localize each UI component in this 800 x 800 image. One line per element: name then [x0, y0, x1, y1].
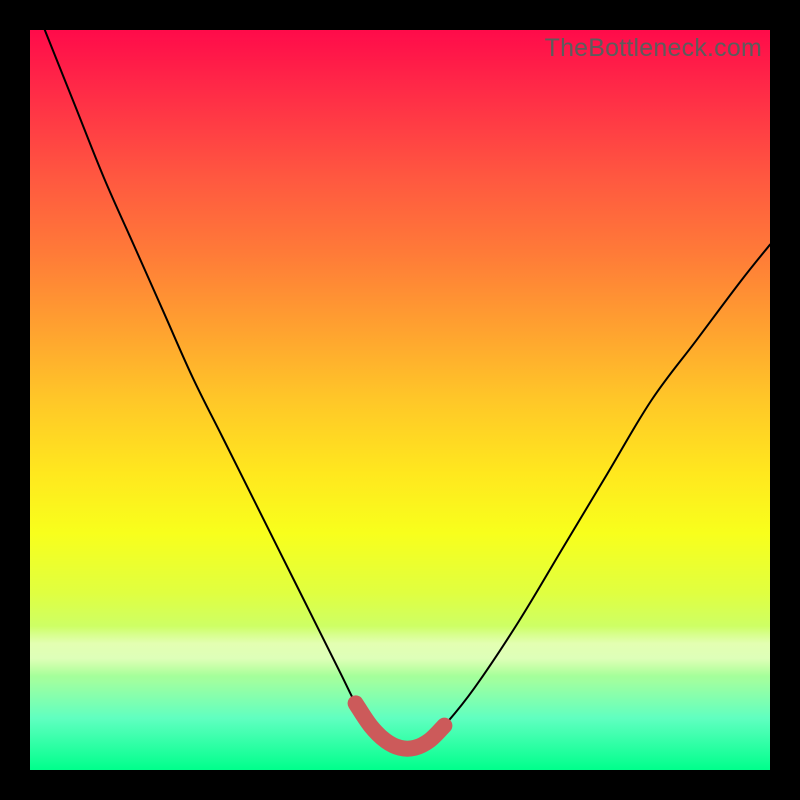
plot-gradient-background — [30, 30, 770, 770]
chart-frame: TheBottleneck.com — [30, 30, 770, 770]
